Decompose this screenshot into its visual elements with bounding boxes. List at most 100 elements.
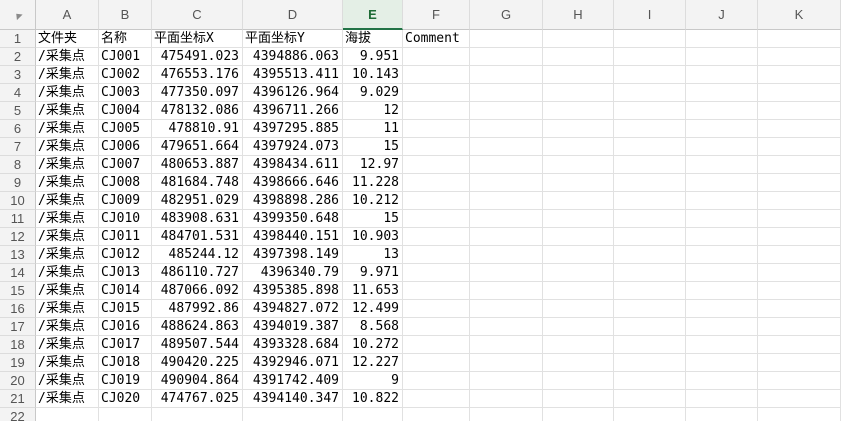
cell-e8[interactable]: 12.97	[343, 156, 403, 174]
cell-g13[interactable]	[470, 246, 543, 264]
spreadsheet-grid[interactable]: ABCDEFGHIJK 1 2 3 4 5 6 7 8 9 10 11 12 13 14 15 16 17 18 1…	[0, 0, 841, 421]
cell-k1[interactable]	[758, 30, 841, 48]
cell-d14[interactable]: 4396340.79	[243, 264, 343, 282]
row-header-8[interactable]: 8	[0, 156, 36, 174]
cell-i22[interactable]	[614, 408, 686, 421]
cell-i9[interactable]	[614, 174, 686, 192]
cell-b13[interactable]: CJ012	[99, 246, 152, 264]
cell-k18[interactable]	[758, 336, 841, 354]
cell-c16[interactable]: 487992.86	[152, 300, 243, 318]
cell-h1[interactable]	[543, 30, 614, 48]
cell-c9[interactable]: 481684.748	[152, 174, 243, 192]
cell-c11[interactable]: 483908.631	[152, 210, 243, 228]
cell-i19[interactable]	[614, 354, 686, 372]
cell-f3[interactable]	[403, 66, 470, 84]
cell-a2[interactable]: /采集点	[36, 48, 99, 66]
cell-c13[interactable]: 485244.12	[152, 246, 243, 264]
cell-b22[interactable]	[99, 408, 152, 421]
cell-c22[interactable]	[152, 408, 243, 421]
cell-g9[interactable]	[470, 174, 543, 192]
cell-f21[interactable]	[403, 390, 470, 408]
cell-h3[interactable]	[543, 66, 614, 84]
cell-g18[interactable]	[470, 336, 543, 354]
cell-b17[interactable]: CJ016	[99, 318, 152, 336]
cell-d15[interactable]: 4395385.898	[243, 282, 343, 300]
cell-g5[interactable]	[470, 102, 543, 120]
cell-i21[interactable]	[614, 390, 686, 408]
cell-c1[interactable]: 平面坐标X	[152, 30, 243, 48]
cell-g17[interactable]	[470, 318, 543, 336]
cell-j1[interactable]	[686, 30, 758, 48]
cell-e13[interactable]: 13	[343, 246, 403, 264]
cell-d19[interactable]: 4392946.071	[243, 354, 343, 372]
cell-k17[interactable]	[758, 318, 841, 336]
cell-b20[interactable]: CJ019	[99, 372, 152, 390]
cell-i6[interactable]	[614, 120, 686, 138]
cell-b19[interactable]: CJ018	[99, 354, 152, 372]
cell-j20[interactable]	[686, 372, 758, 390]
cell-f5[interactable]	[403, 102, 470, 120]
column-header-g[interactable]: G	[470, 0, 543, 30]
cell-h22[interactable]	[543, 408, 614, 421]
cell-e12[interactable]: 10.903	[343, 228, 403, 246]
cell-i10[interactable]	[614, 192, 686, 210]
column-header-k[interactable]: K	[758, 0, 841, 30]
row-header-9[interactable]: 9	[0, 174, 36, 192]
row-header-17[interactable]: 17	[0, 318, 36, 336]
cell-c14[interactable]: 486110.727	[152, 264, 243, 282]
cell-f1[interactable]: Comment	[403, 30, 470, 48]
cell-a12[interactable]: /采集点	[36, 228, 99, 246]
cell-a22[interactable]	[36, 408, 99, 421]
row-header-11[interactable]: 11	[0, 210, 36, 228]
column-header-b[interactable]: B	[99, 0, 152, 30]
cell-c20[interactable]: 490904.864	[152, 372, 243, 390]
cell-j8[interactable]	[686, 156, 758, 174]
cell-a7[interactable]: /采集点	[36, 138, 99, 156]
cell-k14[interactable]	[758, 264, 841, 282]
cell-i20[interactable]	[614, 372, 686, 390]
cell-d10[interactable]: 4398898.286	[243, 192, 343, 210]
column-header-h[interactable]: H	[543, 0, 614, 30]
cell-e17[interactable]: 8.568	[343, 318, 403, 336]
cell-f13[interactable]	[403, 246, 470, 264]
cell-a10[interactable]: /采集点	[36, 192, 99, 210]
cell-k8[interactable]	[758, 156, 841, 174]
cell-b11[interactable]: CJ010	[99, 210, 152, 228]
cell-e16[interactable]: 12.499	[343, 300, 403, 318]
cell-g4[interactable]	[470, 84, 543, 102]
column-header-f[interactable]: F	[403, 0, 470, 30]
column-header-i[interactable]: I	[614, 0, 686, 30]
column-header-e[interactable]: E	[343, 0, 403, 30]
cell-g19[interactable]	[470, 354, 543, 372]
cell-j9[interactable]	[686, 174, 758, 192]
cell-d22[interactable]	[243, 408, 343, 421]
cell-e11[interactable]: 15	[343, 210, 403, 228]
cell-j6[interactable]	[686, 120, 758, 138]
row-header-19[interactable]: 19	[0, 354, 36, 372]
cell-i15[interactable]	[614, 282, 686, 300]
cell-c4[interactable]: 477350.097	[152, 84, 243, 102]
cell-h13[interactable]	[543, 246, 614, 264]
cell-b6[interactable]: CJ005	[99, 120, 152, 138]
cell-k9[interactable]	[758, 174, 841, 192]
cell-a20[interactable]: /采集点	[36, 372, 99, 390]
cell-g1[interactable]	[470, 30, 543, 48]
cell-f10[interactable]	[403, 192, 470, 210]
cell-j3[interactable]	[686, 66, 758, 84]
select-all-corner[interactable]	[0, 0, 36, 30]
cell-b10[interactable]: CJ009	[99, 192, 152, 210]
cell-i8[interactable]	[614, 156, 686, 174]
column-header-d[interactable]: D	[243, 0, 343, 30]
cell-i3[interactable]	[614, 66, 686, 84]
cell-j22[interactable]	[686, 408, 758, 421]
cell-e14[interactable]: 9.971	[343, 264, 403, 282]
cell-h6[interactable]	[543, 120, 614, 138]
cell-b14[interactable]: CJ013	[99, 264, 152, 282]
cell-a8[interactable]: /采集点	[36, 156, 99, 174]
cell-d8[interactable]: 4398434.611	[243, 156, 343, 174]
cell-d2[interactable]: 4394886.063	[243, 48, 343, 66]
cell-d16[interactable]: 4394827.072	[243, 300, 343, 318]
cell-a5[interactable]: /采集点	[36, 102, 99, 120]
row-header-22[interactable]: 22	[0, 408, 36, 421]
column-header-c[interactable]: C	[152, 0, 243, 30]
